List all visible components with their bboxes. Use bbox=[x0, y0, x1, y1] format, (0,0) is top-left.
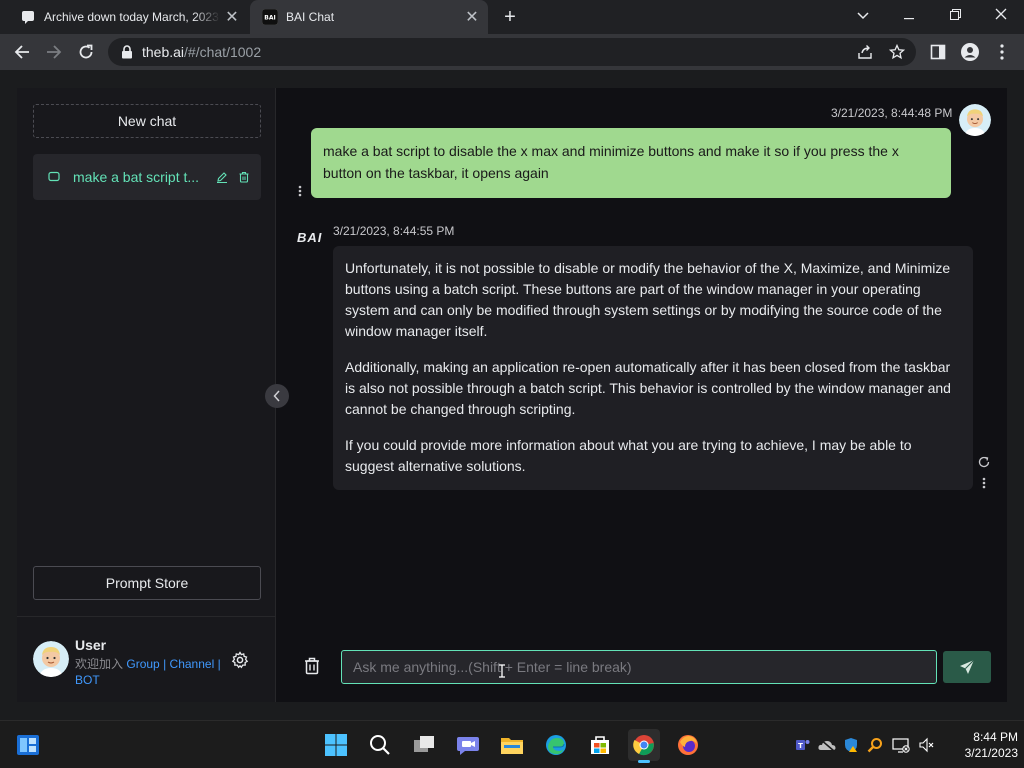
send-button[interactable] bbox=[943, 651, 991, 683]
bookmark-star-icon[interactable] bbox=[888, 43, 906, 61]
clock-date: 3/21/2023 bbox=[964, 746, 1018, 760]
clear-chat-trash-icon[interactable] bbox=[303, 656, 321, 676]
tab-close-icon[interactable]: ✕ bbox=[220, 7, 244, 27]
send-arrow-icon bbox=[960, 659, 975, 674]
new-chat-button[interactable]: New chat bbox=[33, 104, 261, 138]
url-path: /#/chat/1002 bbox=[184, 44, 262, 60]
network-icon[interactable] bbox=[892, 736, 910, 754]
firefox-icon[interactable] bbox=[672, 729, 704, 761]
share-icon[interactable] bbox=[856, 43, 874, 61]
chat-bubble-icon bbox=[47, 170, 61, 184]
user-name: User bbox=[75, 637, 107, 653]
lock-icon[interactable] bbox=[120, 45, 134, 59]
link-separator: | bbox=[217, 657, 221, 671]
browser-menu-icon[interactable] bbox=[992, 42, 1012, 62]
tab-search-chevron-icon[interactable] bbox=[840, 0, 886, 30]
chat-app: New chat make a bat script t... Prompt S… bbox=[17, 88, 1007, 702]
channel-link[interactable]: Channel bbox=[170, 657, 215, 671]
teams-tray-icon[interactable]: T bbox=[794, 736, 812, 754]
bot-link[interactable]: BOT bbox=[75, 673, 100, 687]
security-shield-icon[interactable] bbox=[842, 736, 860, 754]
tab-title: BAI Chat bbox=[286, 10, 335, 24]
back-arrow-icon[interactable] bbox=[10, 40, 34, 64]
url-host: theb.ai bbox=[142, 44, 185, 60]
forward-arrow-icon[interactable] bbox=[42, 40, 66, 64]
tab-bai-chat[interactable]: BAI BAI Chat ✕ bbox=[250, 0, 488, 34]
user-message-bubble: make a bat script to disable the x max a… bbox=[311, 128, 951, 198]
clock-time: 8:44 PM bbox=[973, 730, 1018, 744]
user-community-links: 欢迎加入 Group | Channel | BOT bbox=[75, 656, 235, 688]
teams-chat-icon[interactable] bbox=[452, 729, 484, 761]
bot-message-bubble: Unfortunately, it is not possible to dis… bbox=[333, 246, 973, 490]
prompt-store-button[interactable]: Prompt Store bbox=[33, 566, 261, 600]
tab-archive[interactable]: Archive down today March, 2023 ✕ bbox=[8, 0, 248, 34]
settings-gear-icon[interactable] bbox=[231, 651, 249, 669]
minimize-icon[interactable] bbox=[886, 0, 932, 30]
bot-paragraph: Unfortunately, it is not possible to dis… bbox=[345, 260, 951, 339]
more-options-icon[interactable] bbox=[980, 476, 988, 490]
svg-text:BAI: BAI bbox=[264, 15, 275, 22]
regenerate-icon[interactable] bbox=[977, 455, 991, 469]
chrome-icon[interactable] bbox=[628, 729, 660, 763]
browser-tab-strip: Archive down today March, 2023 ✕ BAI BAI… bbox=[0, 0, 1024, 34]
system-clock[interactable]: 8:44 PM 3/21/2023 bbox=[940, 729, 1018, 761]
sidebar: New chat make a bat script t... Prompt S… bbox=[17, 88, 276, 702]
edge-icon[interactable] bbox=[540, 729, 572, 761]
mouse-text-cursor-icon bbox=[498, 664, 506, 681]
widgets-icon[interactable] bbox=[12, 729, 44, 761]
user-avatar bbox=[33, 641, 69, 677]
volume-muted-icon[interactable] bbox=[918, 736, 936, 754]
chat-history-title: make a bat script t... bbox=[73, 169, 200, 185]
bot-message-timestamp: 3/21/2023, 8:44:55 PM bbox=[333, 224, 455, 238]
sidebar-footer: User 欢迎加入 Group | Channel | BOT bbox=[17, 616, 276, 702]
link-separator: | bbox=[163, 657, 167, 671]
search-icon[interactable] bbox=[364, 729, 396, 761]
close-window-icon[interactable] bbox=[978, 0, 1024, 30]
group-link[interactable]: Group bbox=[126, 657, 159, 671]
side-panel-icon[interactable] bbox=[928, 42, 948, 62]
page-viewport: New chat make a bat script t... Prompt S… bbox=[0, 70, 1024, 720]
bot-paragraph: If you could provide more information ab… bbox=[345, 437, 912, 474]
bot-paragraph: Additionally, making an application re-o… bbox=[345, 359, 951, 417]
profile-icon[interactable] bbox=[960, 42, 980, 62]
address-bar[interactable]: theb.ai/#/chat/1002 bbox=[108, 38, 916, 66]
app-tray-icon[interactable] bbox=[866, 736, 884, 754]
new-tab-button[interactable]: + bbox=[498, 4, 522, 30]
bot-logo: BAI bbox=[297, 230, 323, 245]
windows-start-icon[interactable] bbox=[320, 729, 352, 761]
collapse-sidebar-chevron-icon[interactable] bbox=[265, 384, 289, 408]
archive-favicon-icon bbox=[20, 9, 36, 25]
chat-history-item[interactable]: make a bat script t... bbox=[33, 154, 261, 200]
tab-title: Archive down today March, 2023 bbox=[44, 10, 219, 24]
onedrive-offline-icon[interactable] bbox=[818, 736, 836, 754]
edit-icon[interactable] bbox=[215, 170, 229, 184]
tab-close-icon[interactable]: ✕ bbox=[460, 7, 484, 27]
browser-toolbar: theb.ai/#/chat/1002 bbox=[0, 34, 1024, 70]
microsoft-store-icon[interactable] bbox=[584, 729, 616, 761]
join-text: 欢迎加入 bbox=[75, 657, 124, 671]
task-view-icon[interactable] bbox=[408, 729, 440, 761]
user-message-avatar bbox=[959, 104, 991, 136]
svg-text:T: T bbox=[798, 742, 803, 750]
more-options-icon[interactable] bbox=[296, 184, 304, 198]
bai-favicon-icon: BAI bbox=[262, 9, 278, 25]
reload-icon[interactable] bbox=[74, 40, 98, 64]
user-message-timestamp: 3/21/2023, 8:44:48 PM bbox=[831, 106, 953, 120]
restore-icon[interactable] bbox=[932, 0, 978, 30]
chat-message-input[interactable] bbox=[341, 650, 937, 684]
file-explorer-icon[interactable] bbox=[496, 729, 528, 761]
delete-icon[interactable] bbox=[237, 170, 251, 184]
windows-taskbar: T 8:44 PM 3/21/2023 bbox=[0, 720, 1024, 768]
